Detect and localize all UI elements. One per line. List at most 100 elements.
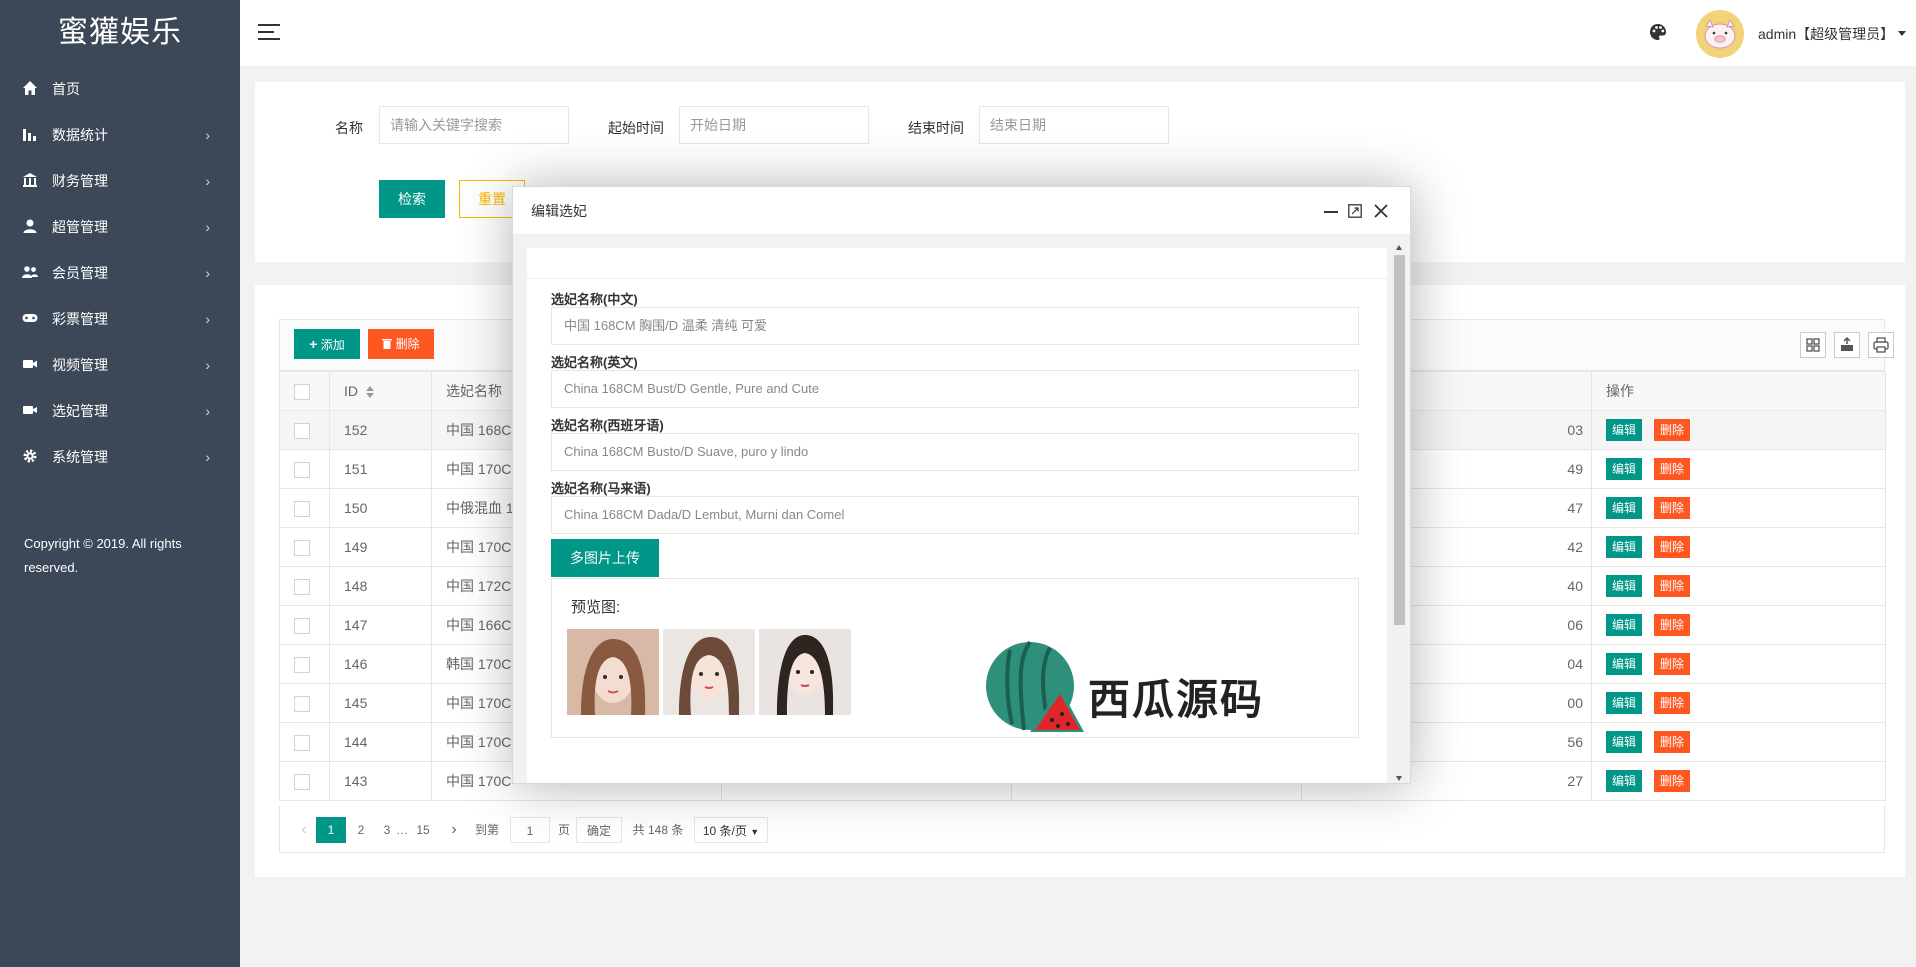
- sidebar-item-admins[interactable]: 超管管理 ›: [0, 204, 240, 250]
- name-search-input[interactable]: 请输入关键字搜索: [379, 106, 569, 144]
- name-es-input[interactable]: China 168CM Busto/D Suave, puro y lindo: [551, 433, 1359, 471]
- columns-filter-icon[interactable]: [1800, 332, 1826, 358]
- scroll-down-icon[interactable]: [1396, 776, 1402, 781]
- gear-icon: [23, 449, 37, 463]
- edit-button[interactable]: 编辑: [1606, 614, 1643, 636]
- page-15-button[interactable]: 15: [408, 817, 438, 843]
- sidebar-item-statistics[interactable]: 数据统计 ›: [0, 112, 240, 158]
- watermark-text: 西瓜源码: [1088, 676, 1265, 723]
- watermelon-logo: [986, 640, 1084, 732]
- batch-delete-button[interactable]: 删除: [368, 329, 434, 359]
- goto-confirm-button[interactable]: 确定: [576, 817, 622, 843]
- row-checkbox[interactable]: [294, 656, 310, 673]
- sidebar-item-members[interactable]: 会员管理 ›: [0, 250, 240, 296]
- sidebar-item-concubines[interactable]: 选妃管理 ›: [0, 388, 240, 434]
- row-checkbox[interactable]: [294, 734, 310, 751]
- edit-button[interactable]: 编辑: [1606, 731, 1643, 753]
- trash-icon: [382, 339, 393, 349]
- palette-icon[interactable]: [1648, 22, 1668, 42]
- name-zh-input[interactable]: 中国 168CM 胸围/D 温柔 清纯 可爱: [551, 307, 1359, 345]
- goto-page-input[interactable]: 1: [510, 817, 550, 843]
- row-actions: 编辑 删除: [1591, 683, 1886, 723]
- delete-button[interactable]: 删除: [1654, 731, 1691, 753]
- minimize-icon[interactable]: [1324, 211, 1338, 213]
- delete-button[interactable]: 删除: [1654, 575, 1691, 597]
- preview-image[interactable]: [759, 629, 851, 715]
- user-name[interactable]: admin【超级管理员】: [1758, 24, 1894, 44]
- edit-button[interactable]: 编辑: [1606, 692, 1643, 714]
- end-date-input[interactable]: 结束日期: [979, 106, 1169, 144]
- chevron-right-icon: ›: [205, 219, 210, 235]
- multi-image-upload-button[interactable]: 多图片上传: [551, 539, 659, 577]
- sidebar-item-label: 系统管理: [52, 449, 108, 465]
- row-id: 144: [329, 722, 432, 762]
- prev-page-button[interactable]: ‹: [294, 817, 314, 843]
- caret-down-icon[interactable]: [1898, 31, 1906, 36]
- page-1-button[interactable]: 1: [316, 817, 346, 843]
- delete-button[interactable]: 删除: [1654, 419, 1691, 441]
- preview-image[interactable]: [663, 629, 755, 715]
- row-id: 151: [329, 449, 432, 489]
- next-page-button[interactable]: ›: [444, 817, 464, 843]
- delete-button[interactable]: 删除: [1654, 497, 1691, 519]
- name-ms-input[interactable]: China 168CM Dada/D Lembut, Murni dan Com…: [551, 496, 1359, 534]
- row-time-tail: 00: [1567, 695, 1583, 711]
- row-checkbox[interactable]: [294, 578, 310, 595]
- copyright-text: Copyright © 2019. All rights reserved.: [24, 536, 182, 575]
- name-label: 名称: [335, 120, 363, 136]
- delete-button[interactable]: 删除: [1654, 536, 1691, 558]
- row-select-cell: [279, 449, 330, 489]
- sidebar-item-system[interactable]: 系统管理 ›: [0, 434, 240, 480]
- chevron-right-icon: ›: [205, 403, 210, 419]
- row-checkbox[interactable]: [294, 617, 310, 634]
- row-checkbox[interactable]: [294, 773, 310, 790]
- row-actions: 编辑 删除: [1591, 566, 1886, 606]
- edit-button[interactable]: 编辑: [1606, 770, 1643, 792]
- delete-button[interactable]: 删除: [1654, 770, 1691, 792]
- row-checkbox[interactable]: [294, 539, 310, 556]
- row-select-cell: [279, 761, 330, 801]
- select-all-checkbox[interactable]: [294, 383, 310, 400]
- row-checkbox[interactable]: [294, 695, 310, 712]
- close-icon[interactable]: [1374, 204, 1388, 218]
- edit-button[interactable]: 编辑: [1606, 497, 1643, 519]
- row-checkbox[interactable]: [294, 422, 310, 439]
- sidebar-item-lottery[interactable]: 彩票管理 ›: [0, 296, 240, 342]
- sidebar-menu: 首页 数据统计 › 财务管理 › 超管管理 › 会员管理 › 彩票管理 › 视频…: [0, 66, 240, 480]
- export-icon[interactable]: [1834, 332, 1860, 358]
- sidebar: 蜜獾娱乐 首页 数据统计 › 财务管理 › 超管管理 › 会员管理 › 彩票管理…: [0, 0, 240, 967]
- sort-icon[interactable]: [366, 386, 374, 399]
- edit-button[interactable]: 编辑: [1606, 653, 1643, 675]
- row-checkbox[interactable]: [294, 500, 310, 517]
- print-icon[interactable]: [1868, 332, 1894, 358]
- name-en-input[interactable]: China 168CM Bust/D Gentle, Pure and Cute: [551, 370, 1359, 408]
- sidebar-item-finance[interactable]: 财务管理 ›: [0, 158, 240, 204]
- delete-button[interactable]: 删除: [1654, 458, 1691, 480]
- menu-toggle-icon[interactable]: [258, 24, 280, 42]
- preview-image[interactable]: [567, 629, 659, 715]
- name-es-label: 选妃名称(西班牙语): [551, 418, 664, 433]
- page-size-select[interactable]: 10 条/页 ▼: [694, 817, 768, 843]
- scroll-up-icon[interactable]: [1396, 245, 1402, 250]
- modal-scrollbar[interactable]: [1393, 243, 1406, 783]
- delete-button[interactable]: 删除: [1654, 614, 1691, 636]
- row-checkbox[interactable]: [294, 461, 310, 478]
- row-select-cell: [279, 605, 330, 645]
- search-button[interactable]: 检索: [379, 180, 445, 218]
- start-date-input[interactable]: 开始日期: [679, 106, 869, 144]
- edit-button[interactable]: 编辑: [1606, 536, 1643, 558]
- id-column-header[interactable]: ID: [329, 371, 432, 411]
- avatar[interactable]: [1696, 10, 1744, 58]
- edit-button[interactable]: 编辑: [1606, 419, 1643, 441]
- delete-button[interactable]: 删除: [1654, 653, 1691, 675]
- scroll-thumb[interactable]: [1394, 255, 1405, 625]
- sidebar-item-videos[interactable]: 视频管理 ›: [0, 342, 240, 388]
- edit-button[interactable]: 编辑: [1606, 458, 1643, 480]
- edit-button[interactable]: 编辑: [1606, 575, 1643, 597]
- sidebar-item-label: 选妃管理: [52, 403, 108, 419]
- maximize-icon[interactable]: [1348, 204, 1362, 218]
- row-time-tail: 27: [1567, 773, 1583, 789]
- sidebar-item-home[interactable]: 首页: [0, 66, 240, 112]
- add-button[interactable]: + 添加: [294, 329, 360, 359]
- delete-button[interactable]: 删除: [1654, 692, 1691, 714]
